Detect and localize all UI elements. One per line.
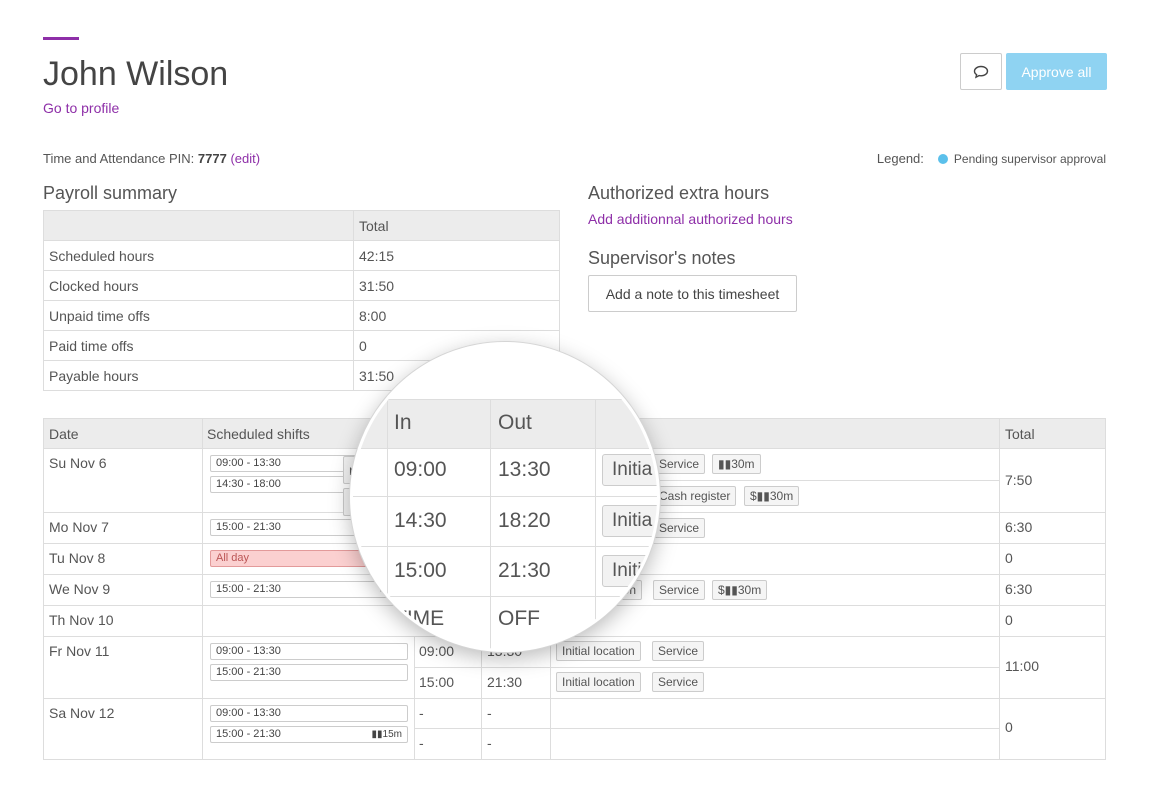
add-authorized-hours-link[interactable]: Add additionnal authorized hours (588, 211, 793, 227)
column-date: Date (49, 426, 79, 442)
chip-text: 15:00 - 21:30 (216, 728, 281, 740)
break-tag: $▮▮30m (712, 580, 768, 600)
payroll-header-total: Total (353, 210, 560, 241)
payroll-header-row: Total (43, 210, 560, 241)
position-tag: Service (653, 518, 706, 538)
go-to-profile-link[interactable]: Go to profile (43, 100, 119, 116)
pending-dot-icon (937, 153, 948, 164)
clock-out[interactable]: - (487, 705, 492, 721)
payroll-row-label: Clocked hours (43, 270, 354, 301)
supervisor-notes-title: Supervisor's notes (588, 248, 736, 268)
legend: Legend: Pending supervisor approval (877, 151, 1106, 166)
payroll-row: Clocked hours 31:50 (43, 270, 560, 301)
legend-label: Legend: (876, 151, 924, 166)
position-tag: Cash register (653, 486, 737, 506)
magnified-clock-in[interactable]: 15:00 (394, 559, 447, 583)
column-scheduled-shifts: Scheduled shifts (207, 426, 310, 442)
scheduled-shift-chip[interactable]: 15:00 - 21:30 (210, 664, 408, 681)
row-date: Su Nov 6 (49, 455, 107, 471)
magnified-content: In Out 09:00 13:30 Initia 14:30 18:20 In… (353, 345, 657, 649)
row-total: 6:30 (1005, 519, 1033, 535)
payroll-row-value: 42:15 (353, 240, 560, 271)
magnified-column-in: In (394, 411, 412, 434)
column-total: Total (1005, 426, 1035, 442)
payroll-row: Unpaid time offs 8:00 (43, 300, 560, 331)
pin-label: Time and Attendance PIN: (43, 151, 195, 166)
row-total: 0 (1005, 612, 1013, 628)
clock-out[interactable]: 21:30 (487, 674, 522, 690)
position-tag: Service (653, 454, 706, 474)
title-accent-bar (43, 37, 79, 40)
magnifier-lens: In Out 09:00 13:30 Initia 14:30 18:20 In… (350, 342, 660, 652)
payroll-row: Scheduled hours 42:15 (43, 240, 560, 271)
magnified-off-label: OFF (498, 607, 540, 630)
magnified-time-label: TIME (394, 607, 445, 630)
pin-line: Time and Attendance PIN: 7777 (edit) (43, 151, 260, 166)
scheduled-shift-chip[interactable]: 09:00 - 13:30 (210, 705, 408, 722)
break-tag: ▮▮30m (712, 454, 761, 474)
position-tag: Service (653, 580, 706, 600)
payroll-row-label: Unpaid time offs (43, 300, 354, 331)
row-date: We Nov 9 (49, 581, 111, 597)
row-date: Mo Nov 7 (49, 519, 109, 535)
magnified-location-button[interactable]: Initia (602, 454, 657, 486)
clock-in[interactable]: 15:00 (419, 674, 454, 690)
add-note-button[interactable]: Add a note to this timesheet (588, 275, 797, 312)
row-total: 0 (1005, 550, 1013, 566)
location-tag: Initial location (556, 672, 641, 692)
row-date: Fr Nov 11 (49, 643, 110, 659)
magnified-clock-in[interactable]: 14:30 (394, 509, 447, 533)
row-total: 7:50 (1005, 472, 1033, 488)
clock-in[interactable]: - (419, 705, 424, 721)
payroll-summary-title: Payroll summary (43, 183, 178, 203)
comment-icon (973, 65, 989, 79)
pin-value: 7777 (197, 151, 227, 166)
chip-break-info: ▮▮15m (371, 729, 402, 740)
payroll-row-value: 8:00 (353, 300, 560, 331)
pin-edit-link[interactable]: (edit) (230, 151, 260, 166)
payroll-row-value: 31:50 (353, 270, 560, 301)
payroll-row-label: Payable hours (43, 360, 354, 391)
magnified-clock-in[interactable]: 09:00 (394, 458, 447, 482)
magnified-location-button[interactable]: Initi (602, 555, 652, 587)
magnified-clock-out[interactable]: 18:20 (498, 509, 551, 533)
break-tag: $▮▮30m (744, 486, 800, 506)
magnified-column-out: Out (498, 411, 532, 434)
row-total: 0 (1005, 719, 1013, 735)
comment-button[interactable] (960, 53, 1002, 90)
page-title: John Wilson (43, 55, 229, 93)
authorized-extra-hours-title: Authorized extra hours (588, 183, 770, 203)
magnified-clock-out[interactable]: 21:30 (498, 559, 551, 583)
magnified-location-button[interactable]: Initia (602, 505, 657, 537)
legend-item-text: Pending supervisor approval (953, 151, 1106, 166)
position-tag: Service (652, 641, 705, 661)
clock-in[interactable]: - (419, 735, 424, 751)
row-date: Th Nov 10 (49, 612, 114, 628)
payroll-row-label: Scheduled hours (43, 240, 354, 271)
clock-out[interactable]: - (487, 735, 492, 751)
position-tag: Service (652, 672, 705, 692)
row-date: Sa Nov 12 (49, 705, 115, 721)
magnified-clock-out[interactable]: 13:30 (498, 458, 551, 482)
approve-all-button[interactable]: Approve all (1006, 53, 1107, 90)
row-total: 6:30 (1005, 581, 1033, 597)
scheduled-shift-chip[interactable]: 15:00 - 21:30 ▮▮15m (210, 726, 408, 743)
table-row: Sa Nov 12 09:00 - 13:30 15:00 - 21:30 ▮▮… (44, 699, 1105, 759)
payroll-row-label: Paid time offs (43, 330, 354, 361)
payroll-header-empty (43, 210, 354, 241)
row-date: Tu Nov 8 (49, 550, 106, 566)
row-total: 11:00 (1005, 658, 1039, 674)
chip-text: 15:00 - 21:30 (216, 583, 281, 595)
